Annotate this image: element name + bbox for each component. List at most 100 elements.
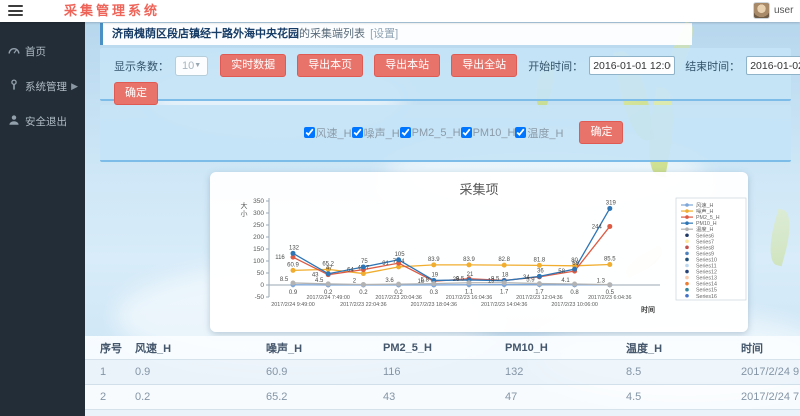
dashboard-icon — [8, 44, 20, 59]
y-tick-label: 50 — [257, 270, 265, 277]
legend-marker — [685, 227, 689, 231]
table-row[interactable]: 30.247.7647522017/2/23 22:04:36 — [85, 410, 800, 416]
checkbox-噪声_H[interactable] — [352, 127, 363, 138]
data-label: 64 — [347, 268, 354, 274]
data-point — [467, 262, 472, 267]
data-label: 9.5 — [456, 277, 465, 283]
sidebar-item-2[interactable]: 系统管理▶ — [0, 69, 85, 104]
data-label: 1.7 — [500, 290, 509, 296]
sidebar-item-label: 首页 — [25, 44, 46, 59]
x-tick-label: 2017/2/23 6:04:36 — [588, 295, 631, 301]
x-tick-label: 2017/2/23 12:04:36 — [516, 295, 562, 301]
filter-checkbox-item: 风速_H — [304, 125, 352, 141]
leaf-decoration — [764, 209, 796, 267]
table-cell: 2 — [100, 391, 135, 403]
start-time-input[interactable] — [589, 56, 675, 75]
data-point — [291, 251, 296, 256]
data-label: 4.1 — [561, 278, 570, 284]
app-title: 采集管理系统 — [64, 0, 160, 22]
filter-confirm-button[interactable]: 确定 — [579, 121, 623, 144]
data-label: 0.2 — [359, 290, 368, 296]
x-tick-label: 2017/2/23 16:04:36 — [446, 295, 492, 301]
legend-marker — [685, 288, 689, 292]
checkbox-风速_H[interactable] — [304, 127, 315, 138]
table-cell: 43 — [383, 391, 505, 403]
data-label: 19 — [431, 272, 438, 278]
table-row[interactable]: 20.265.243474.52017/2/24 7:49:00 — [85, 385, 800, 410]
y-tick-label: 300 — [253, 210, 264, 217]
data-point — [431, 262, 436, 267]
x-tick-label: 2017/2/24 9:49:00 — [271, 302, 314, 308]
checkbox-温度_H[interactable] — [515, 127, 526, 138]
data-label: 58 — [558, 269, 565, 275]
data-label: 18 — [502, 273, 509, 279]
data-label: 5.9 — [526, 278, 535, 284]
action-button-1[interactable]: 实时数据 — [220, 54, 286, 77]
legend-marker — [685, 233, 689, 237]
data-point — [572, 267, 577, 272]
data-label: 244 — [592, 224, 603, 230]
checkbox-PM2_5_H[interactable] — [400, 127, 411, 138]
column-header: PM10_H — [505, 342, 626, 354]
table-row[interactable]: 10.960.91161328.52017/2/24 9:49:00 — [85, 360, 800, 385]
data-label: 1.1 — [465, 290, 474, 296]
sidebar: 首页系统管理▶安全退出 — [0, 22, 85, 416]
data-point — [502, 280, 507, 285]
legend-marker — [685, 240, 689, 244]
data-label: 75 — [361, 259, 368, 265]
data-label: 5.8 — [421, 278, 430, 284]
table-cell: 47 — [505, 391, 626, 403]
sidebar-item-1[interactable]: 首页 — [0, 34, 85, 69]
filters-panel: 风速_H噪声_HPM2_5_HPM10_H温度_H确定 — [100, 105, 791, 162]
top-header: 采集管理系统 user — [0, 0, 800, 22]
end-time-input[interactable] — [746, 56, 800, 75]
data-label: 9.5 — [491, 277, 500, 283]
table-cell: 2017/2/24 9:49:00 — [741, 366, 800, 378]
legend-marker — [685, 282, 689, 286]
page-size-select[interactable]: 10 ▼ — [175, 56, 208, 76]
data-point — [607, 224, 612, 229]
data-label: 4.5 — [315, 278, 324, 284]
legend-label: 温度_H — [696, 225, 714, 233]
legend-label: Series16 — [696, 294, 717, 300]
y-tick-label: 150 — [253, 246, 264, 253]
legend-marker — [685, 246, 689, 250]
page-size-value: 10 — [182, 60, 194, 72]
checkbox-label: 风速_H — [316, 125, 352, 141]
data-label: 0.8 — [570, 290, 579, 296]
data-label: 66 — [572, 261, 579, 267]
x-tick-label: 2017/2/23 22:04:36 — [340, 302, 386, 308]
x-tick-label: 2017/2/23 14:04:36 — [481, 302, 527, 308]
checkbox-PM10_H[interactable] — [461, 127, 472, 138]
filter-checkbox-item: 噪声_H — [352, 125, 400, 141]
data-label: 85.5 — [604, 256, 616, 262]
action-button-2[interactable]: 导出本页 — [297, 54, 363, 77]
user-icon — [8, 114, 20, 129]
legend-marker — [685, 258, 689, 262]
checkbox-label: PM2_5_H — [412, 127, 461, 139]
sidebar-item-3[interactable]: 安全退出 — [0, 104, 85, 139]
start-time-label: 开始时间： — [528, 58, 583, 74]
data-label: 116 — [275, 255, 285, 261]
hamburger-menu-icon[interactable] — [8, 5, 23, 17]
data-label: 3.6 — [385, 278, 394, 284]
column-header: 风速_H — [135, 340, 266, 356]
column-header: 温度_H — [626, 340, 741, 356]
page-title-rest: 的采集端列表 — [299, 28, 365, 40]
data-point — [572, 282, 577, 287]
action-button-3[interactable]: 导出本站 — [374, 54, 440, 77]
action-button-4[interactable]: 导出全站 — [451, 54, 517, 77]
user-box[interactable]: user — [753, 2, 800, 19]
data-point — [607, 206, 612, 211]
settings-link[interactable]: [设置] — [370, 28, 398, 40]
data-label: 0.3 — [430, 290, 439, 296]
table-cell: 8.5 — [626, 366, 741, 378]
column-header: PM2_5_H — [383, 342, 505, 354]
data-label: 1.3 — [597, 279, 606, 285]
table-cell: 60.9 — [266, 366, 383, 378]
legend-marker — [685, 270, 689, 274]
data-point — [361, 265, 366, 270]
data-point — [537, 281, 542, 286]
confirm-button[interactable]: 确定 — [114, 82, 158, 105]
filter-checkbox-item: PM10_H — [461, 127, 516, 139]
